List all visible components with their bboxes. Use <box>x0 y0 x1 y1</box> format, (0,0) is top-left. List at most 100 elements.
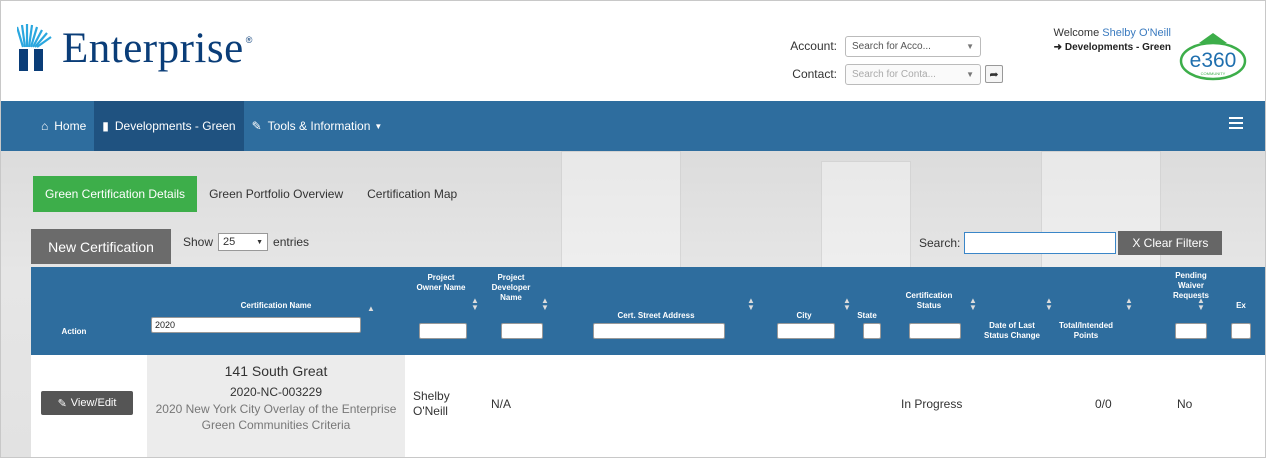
entries-select[interactable]: 25 ▼ <box>218 233 269 251</box>
nav-developments-label: Developments - Green <box>114 119 236 133</box>
contact-label: Contact: <box>792 67 837 81</box>
view-edit-button[interactable]: ✎ View/Edit <box>41 391 133 415</box>
project-name: 141 South Great <box>224 363 328 379</box>
table-header: Action Certification Name ▲ 2020 Project… <box>31 267 1265 355</box>
search-area: Search: X Clear Filters <box>919 231 1223 255</box>
col-certification-name-header[interactable]: Certification Name <box>211 301 341 311</box>
page-frame: Enterprise ® Account: Search for Acco...… <box>0 0 1266 458</box>
filter-developer-input[interactable] <box>501 323 543 339</box>
col-project-developer-header[interactable]: Project Developer Name <box>483 273 539 303</box>
welcome-prefix: Welcome <box>1053 27 1103 39</box>
sort-up-icon[interactable]: ▲ <box>367 305 375 313</box>
account-search-select[interactable]: Search for Acco... ▼ <box>845 35 981 57</box>
header: Enterprise ® Account: Search for Acco...… <box>1 1 1265 101</box>
account-contact-area: Account: Search for Acco... ▼ Contact: S… <box>771 35 1003 91</box>
sort-icon[interactable]: ▲ ▼ <box>1045 297 1053 312</box>
filter-certification-name-input[interactable]: 2020 <box>151 317 361 333</box>
contact-search-placeholder: Search for Conta... <box>852 68 936 80</box>
tab-green-certification-details[interactable]: Green Certification Details <box>33 176 198 212</box>
clear-filters-button[interactable]: X Clear Filters <box>1118 231 1223 255</box>
e360-badge-sub: COMMUNITY <box>1201 71 1226 76</box>
points-cell: 0/0 <box>1095 397 1112 411</box>
tab-certification-map[interactable]: Certification Map <box>355 176 469 212</box>
tab-green-portfolio-overview[interactable]: Green Portfolio Overview <box>197 176 355 212</box>
developer-name-cell: N/A <box>491 397 512 411</box>
e360-badge-text: e360 <box>1190 49 1237 72</box>
sort-icon[interactable]: ▲ ▼ <box>843 297 851 312</box>
chevron-down-icon: ▼ <box>256 238 264 246</box>
logo-trademark: ® <box>245 35 253 45</box>
background-building <box>561 151 681 269</box>
col-street-address-header[interactable]: Cert. Street Address <box>591 311 721 321</box>
account-label: Account: <box>790 39 837 53</box>
circle-arrow-icon: ➜ <box>1053 42 1065 53</box>
show-label: Show <box>183 235 214 249</box>
home-icon: ⌂ <box>41 119 49 133</box>
nav-home-label: Home <box>54 119 87 133</box>
wrench-icon: ✎ <box>251 119 262 133</box>
filter-ex-input[interactable] <box>1231 323 1251 339</box>
content-area: Green Certification Details Green Portfo… <box>1 151 1265 457</box>
col-action-header: Action <box>61 327 87 336</box>
col-project-owner-header[interactable]: Project Owner Name <box>416 273 466 293</box>
col-certification-status-header[interactable]: Certification Status <box>899 291 959 311</box>
entries-label: entries <box>273 235 310 249</box>
waiver-cell: No <box>1177 397 1193 411</box>
chevron-down-icon: ▼ <box>374 121 383 131</box>
filter-street-input[interactable] <box>593 323 725 339</box>
main-navbar: ⌂ Home ▮ Developments - Green ✎ Tools & … <box>1 101 1265 151</box>
sort-icon[interactable]: ▲ ▼ <box>1125 297 1133 312</box>
entries-value: 25 <box>223 236 236 248</box>
sort-icon[interactable]: ▲ ▼ <box>471 297 479 312</box>
nav-tools-label: Tools & Information <box>267 119 371 133</box>
share-arrow-icon: ➦ <box>989 68 999 81</box>
background-building <box>821 161 911 269</box>
nav-home[interactable]: ⌂ Home <box>33 101 94 151</box>
certification-id: 2020-NC-003229 <box>229 385 323 399</box>
chevron-down-icon: ▼ <box>966 69 974 79</box>
col-state-header[interactable]: State <box>849 311 885 321</box>
filter-city-input[interactable] <box>777 323 835 339</box>
developments-link[interactable]: ➜ Developments - Green <box>1011 42 1171 53</box>
building-icon: ▮ <box>102 119 109 133</box>
sort-icon[interactable]: ▲ ▼ <box>969 297 977 312</box>
user-name-link[interactable]: Shelby O'Neill <box>1102 27 1171 39</box>
tab-bar: Green Certification Details Green Portfo… <box>33 176 469 212</box>
e360-logo[interactable]: e360 COMMUNITY <box>1177 27 1249 89</box>
pencil-icon: ✎ <box>57 397 67 410</box>
enterprise-logo[interactable]: Enterprise ® <box>15 21 253 72</box>
filter-owner-input[interactable] <box>419 323 467 339</box>
nav-developments-green[interactable]: ▮ Developments - Green <box>94 101 244 151</box>
contact-search-select[interactable]: Search for Conta... ▼ <box>845 63 981 85</box>
sort-icon[interactable]: ▲ ▼ <box>541 297 549 312</box>
enterprise-logo-mark-icon <box>15 23 61 71</box>
col-total-intended-points-header[interactable]: Total/Intended Points <box>1051 321 1121 341</box>
filter-status-input[interactable] <box>909 323 961 339</box>
filter-waiver-input[interactable] <box>1175 323 1207 339</box>
owner-name-cell: Shelby O'Neill <box>413 389 450 418</box>
chevron-down-icon: ▼ <box>966 41 974 51</box>
show-entries-control: Show 25 ▼ entries <box>183 233 309 251</box>
welcome-area: Welcome Shelby O'Neill ➜ Developments - … <box>1011 27 1171 53</box>
nav-tools-information[interactable]: ✎ Tools & Information ▼ <box>244 101 391 151</box>
table-row: ✎ View/Edit 141 South Great 2020-NC-0032… <box>31 355 1265 457</box>
certification-criteria: 2020 New York City Overlay of the Enterp… <box>155 402 397 432</box>
hamburger-icon[interactable] <box>1229 117 1243 129</box>
certification-status-cell: In Progress <box>901 397 963 411</box>
certification-name-cell: 141 South Great 2020-NC-003229 2020 New … <box>147 355 405 457</box>
account-search-placeholder: Search for Acco... <box>852 40 931 52</box>
search-input[interactable] <box>964 232 1117 254</box>
developments-link-label: Developments - Green <box>1064 42 1171 53</box>
view-edit-label: View/Edit <box>70 397 117 409</box>
col-ex-header[interactable]: Ex <box>1231 301 1251 311</box>
search-label: Search: <box>919 236 961 250</box>
logo-text: Enterprise <box>62 25 244 72</box>
col-pending-waiver-header[interactable]: Pending Waiver Requests <box>1169 271 1213 301</box>
sort-icon[interactable]: ▲ ▼ <box>1197 297 1205 312</box>
new-certification-button[interactable]: New Certification <box>31 229 171 264</box>
col-city-header[interactable]: City <box>779 311 829 321</box>
filter-state-input[interactable] <box>863 323 881 339</box>
col-date-last-status-header[interactable]: Date of Last Status Change <box>977 321 1047 341</box>
share-button[interactable]: ➦ <box>985 65 1003 83</box>
sort-icon[interactable]: ▲ ▼ <box>747 297 755 312</box>
